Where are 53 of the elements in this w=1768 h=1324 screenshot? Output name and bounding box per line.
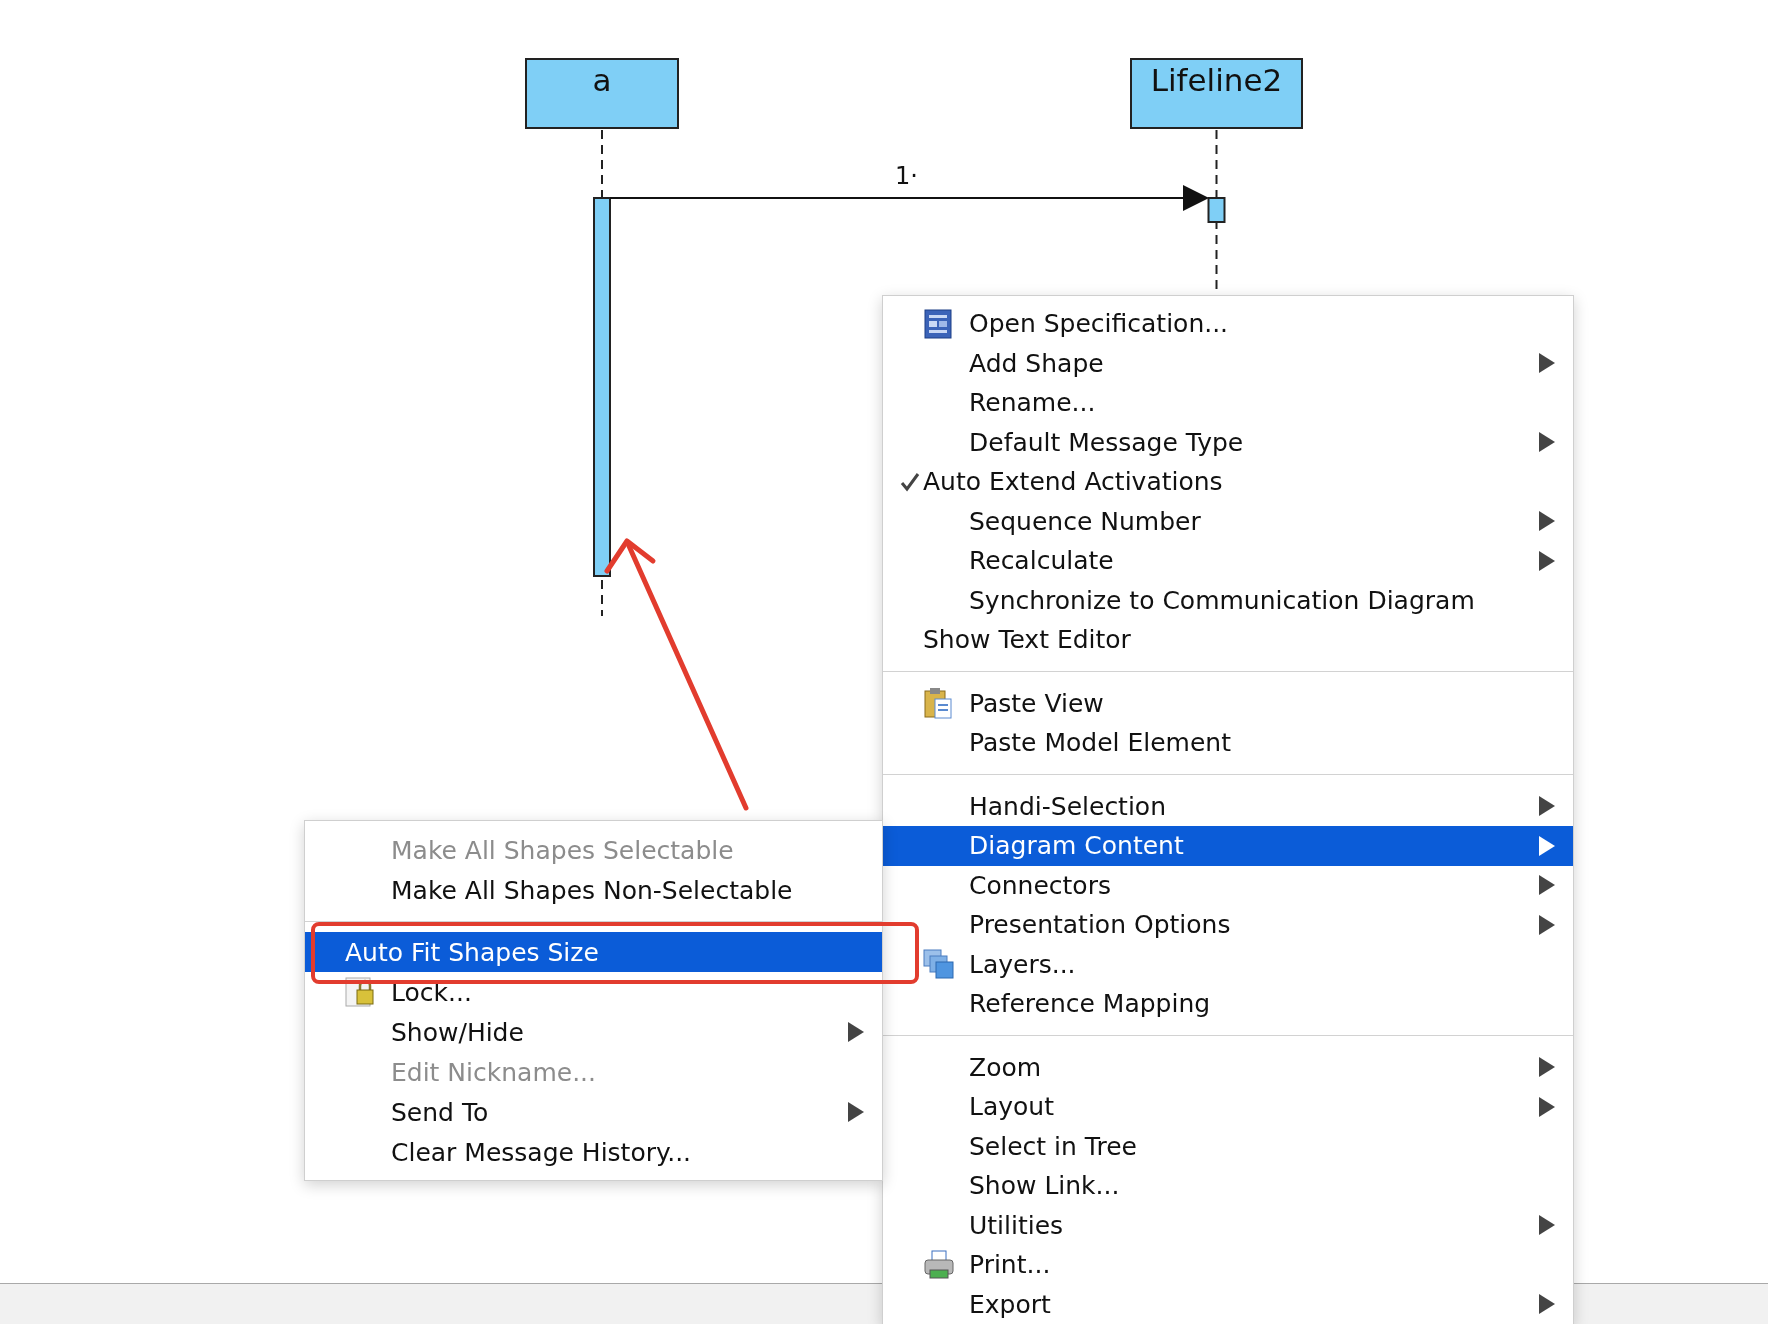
submenu-arrow-icon [1539,511,1555,532]
menu-item[interactable]: Export [883,1284,1573,1324]
submenu-arrow-icon [848,1022,864,1042]
menu-item[interactable]: Reference Mapping [883,984,1573,1024]
menu-item[interactable]: Rename... [883,383,1573,423]
menu-item[interactable]: Layout [883,1087,1573,1127]
submenu-arrow-icon [1539,835,1555,856]
submenu-arrow-icon [1539,432,1555,453]
submenu-arrow-icon [1539,550,1555,571]
printer-icon [923,1249,955,1280]
menu-item[interactable]: Layers... [883,944,1573,984]
menu-item[interactable]: Recalculate [883,541,1573,581]
menu-item[interactable]: Default Message Type [883,422,1573,462]
menu-item[interactable]: Handi-Selection [883,786,1573,826]
menu-item[interactable]: Add Shape [883,343,1573,383]
submenu-arrow-icon [1539,914,1555,935]
menu-item[interactable]: Utilities [883,1205,1573,1245]
clipboard-icon [923,687,953,720]
menu-item[interactable]: Show Text Editor [883,620,1573,660]
menu-item[interactable]: Select in Tree [883,1126,1573,1166]
menu-item[interactable]: Presentation Options [883,905,1573,945]
submenu-arrow-icon [1539,875,1555,896]
menu-item[interactable]: Open Specification... [883,304,1573,344]
menu-item[interactable]: Print... [883,1245,1573,1285]
menu-item[interactable]: Synchronize to Communication Diagram [883,580,1573,620]
menu-item[interactable]: Connectors [883,865,1573,905]
menu-item[interactable]: Clear Message History... [305,1132,882,1172]
submenu-arrow-icon [1539,353,1555,374]
submenu-arrow-icon [1539,1215,1555,1236]
document-icon [923,308,953,339]
submenu-arrow-icon [848,1102,864,1122]
activation-bar [1207,197,1226,223]
menu-item[interactable]: Diagram Content [883,826,1573,866]
menu-item[interactable]: Zoom [883,1047,1573,1087]
submenu-arrow-icon [1539,1096,1555,1117]
layers-icon [923,949,955,980]
lifeline-box: a [525,58,679,129]
check-icon [899,470,921,493]
submenu-arrow-icon [1539,1057,1555,1078]
submenu-arrow-icon [1539,796,1555,817]
menu-item[interactable]: Show Link... [883,1166,1573,1206]
menu-item[interactable]: Lock... [305,972,882,1012]
menu-item[interactable]: Show/Hide [305,1012,882,1052]
menu-item[interactable]: Make All Shapes Non-Selectable [305,870,882,910]
menu-item[interactable]: Paste Model Element [883,723,1573,763]
submenu-arrow-icon [1539,1294,1555,1315]
menu-item[interactable]: Paste View [883,683,1573,723]
menu-item[interactable]: Send To [305,1092,882,1132]
menu-item[interactable]: Sequence Number [883,501,1573,541]
message-label: 1· [895,162,918,190]
menu-item[interactable]: Auto Fit Shapes Size [305,932,882,972]
menu-item[interactable]: Auto Extend Activations [883,462,1573,502]
lifeline-box: Lifeline2 [1130,58,1303,129]
